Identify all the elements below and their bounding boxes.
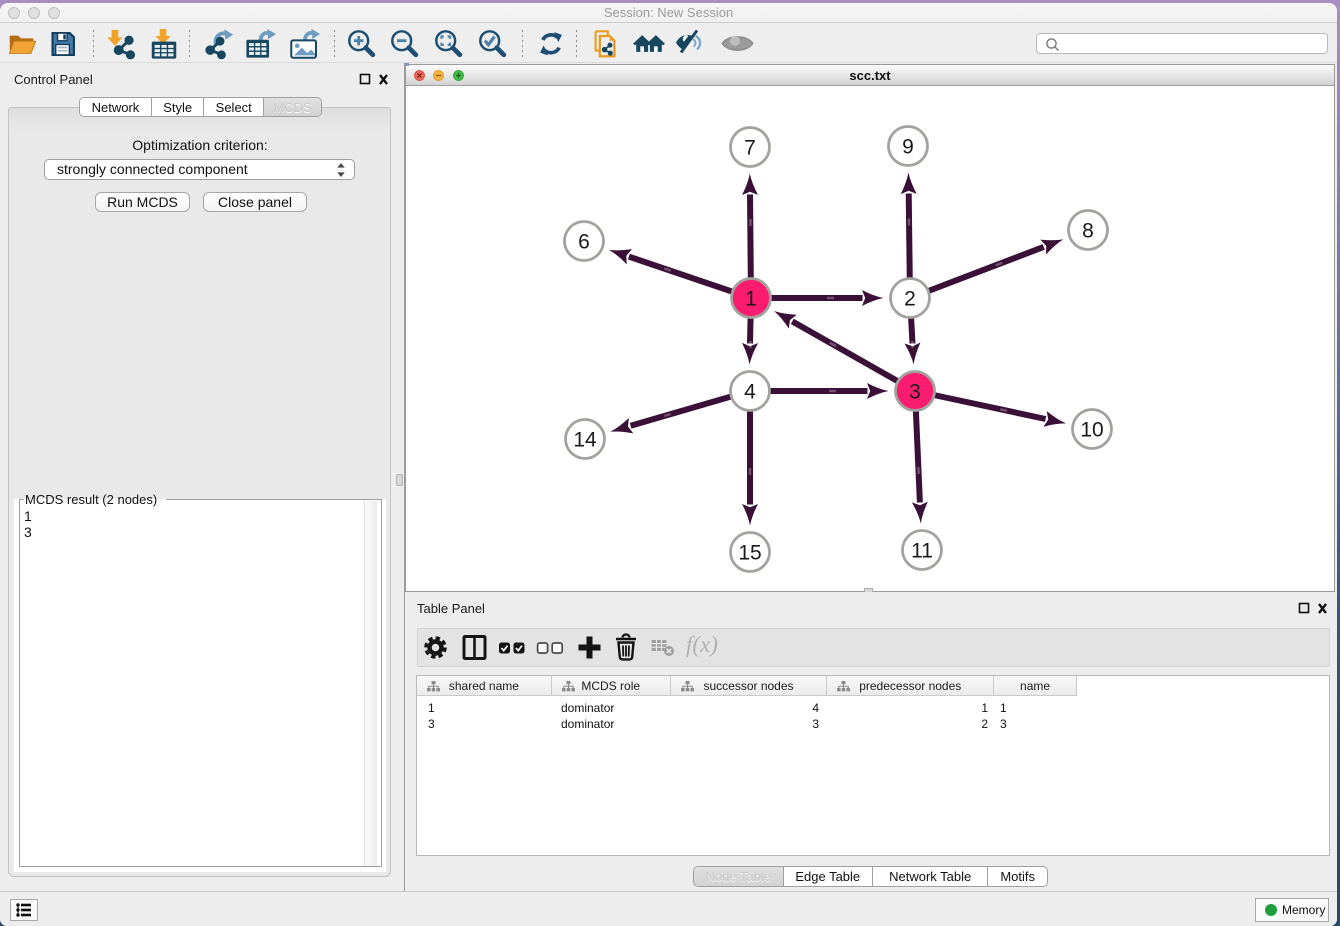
svg-text:15: 15 xyxy=(738,542,761,565)
svg-text:7: 7 xyxy=(744,137,756,160)
svg-text:6: 6 xyxy=(578,231,590,254)
svg-text:8: 8 xyxy=(1082,220,1094,243)
svg-text:2: 2 xyxy=(904,288,916,311)
svg-text:3: 3 xyxy=(909,381,921,404)
svg-text:1: 1 xyxy=(745,288,757,311)
svg-text:9: 9 xyxy=(902,136,914,159)
svg-text:14: 14 xyxy=(573,429,597,452)
svg-text:11: 11 xyxy=(911,540,933,563)
svg-text:10: 10 xyxy=(1080,419,1103,442)
svg-text:4: 4 xyxy=(744,381,756,404)
